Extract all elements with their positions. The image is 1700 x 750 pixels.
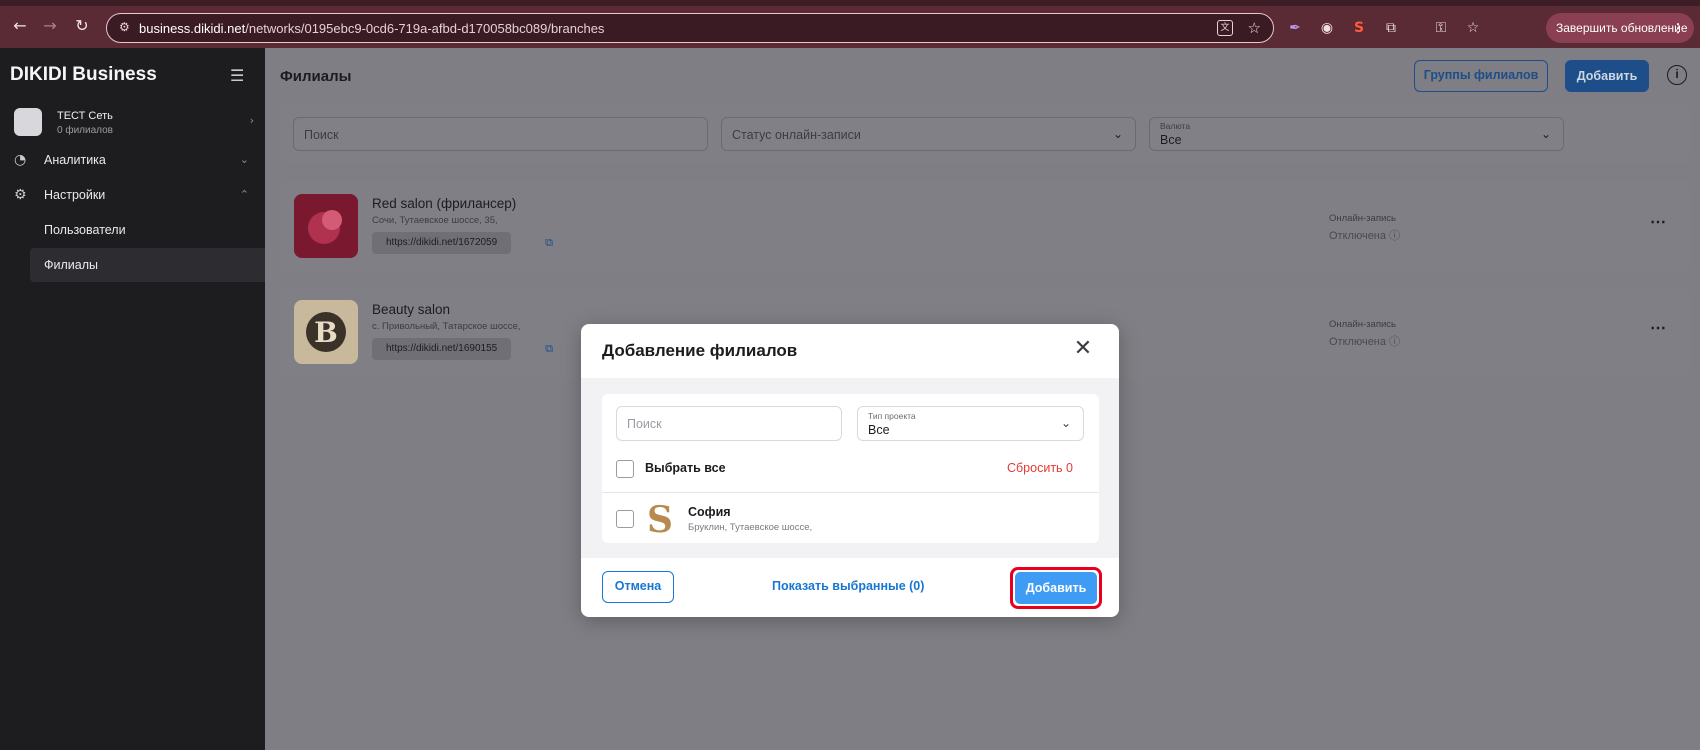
currency-label: Валюта xyxy=(1160,121,1191,131)
project-type-select[interactable]: Тип проекта Все ⌄ xyxy=(857,406,1084,441)
dialog-header: Добавление филиалов ✕ xyxy=(581,324,1119,378)
branch-link[interactable]: https://dikidi.net/1672059 xyxy=(372,232,512,254)
copy-icon[interactable]: ⧉ xyxy=(540,340,558,358)
branch-name[interactable]: Beauty salon xyxy=(372,302,450,317)
chevron-down-icon: ⌄ xyxy=(1540,127,1551,141)
currency-value: Все xyxy=(1160,133,1182,147)
back-icon[interactable]: ← xyxy=(10,16,30,36)
chevron-up-icon: ⌃ xyxy=(239,188,249,201)
sidebar: DIKIDI Business ☰ ТЕСТ Сеть 0 филиалов ›… xyxy=(0,48,265,750)
puzzle-icon[interactable]: ⧉ xyxy=(1382,19,1400,37)
page-title: Филиалы xyxy=(280,68,352,85)
cancel-button[interactable]: Отмена xyxy=(602,571,674,603)
sidebar-item-analytics[interactable]: ◔ Аналитика ⌄ xyxy=(0,143,265,177)
more-options-icon[interactable]: ⋯ xyxy=(1650,318,1667,338)
branch-checkbox[interactable] xyxy=(616,510,634,528)
copy-icon[interactable]: ⧉ xyxy=(540,234,558,252)
search-placeholder: Поиск xyxy=(304,128,339,142)
status-placeholder: Статус онлайн-записи xyxy=(732,128,861,142)
more-options-icon[interactable]: ⋯ xyxy=(1650,212,1667,232)
bookmark-star-icon[interactable]: ☆ xyxy=(1464,19,1482,37)
sidebar-item-settings[interactable]: ⚙ Настройки ⌃ xyxy=(0,178,265,212)
branch-name[interactable]: София xyxy=(688,505,731,519)
chevron-down-icon: ⌄ xyxy=(1060,416,1071,430)
online-booking-label: Онлайн-запись xyxy=(1329,213,1396,224)
branch-logo xyxy=(294,194,358,258)
branch-card[interactable]: Red salon (фрилансер) Сочи, Тутаевское ш… xyxy=(280,180,1690,272)
close-icon[interactable]: ✕ xyxy=(1071,337,1095,361)
network-name: ТЕСТ Сеть xyxy=(57,110,113,122)
search-input[interactable]: Поиск xyxy=(293,117,708,151)
globe-icon[interactable]: ◉ xyxy=(1318,19,1336,37)
select-all-checkbox[interactable] xyxy=(616,460,634,478)
help-icon[interactable]: ⓘ xyxy=(1389,336,1400,348)
feather-icon[interactable]: ✒ xyxy=(1286,19,1304,37)
network-branch-count: 0 филиалов xyxy=(57,125,113,136)
reload-icon[interactable]: ↻ xyxy=(72,16,92,36)
branch-address: Бруклин, Тутаевское шоссе, xyxy=(688,522,813,533)
extension-s-icon[interactable]: S xyxy=(1350,19,1368,37)
brand-title: DIKIDI Business xyxy=(10,64,157,85)
branch-logo: B xyxy=(294,300,358,364)
address-bar[interactable]: ⚙ business.dikidi.net/networks/0195ebc9-… xyxy=(106,13,1274,43)
chevron-right-icon: › xyxy=(249,114,254,127)
url-text[interactable]: business.dikidi.net/networks/0195ebc9-0c… xyxy=(139,21,604,36)
network-avatar xyxy=(14,108,42,136)
show-selected-link[interactable]: Показать выбранные (0) xyxy=(772,579,924,593)
update-button[interactable]: Завершить обновление ⋮ xyxy=(1546,13,1694,43)
sidebar-item-label: Аналитика xyxy=(44,153,106,167)
tab-strip xyxy=(0,0,1700,6)
filters-panel: Поиск Статус онлайн-записи ⌄ Валюта Все … xyxy=(280,104,1690,164)
branch-link[interactable]: https://dikidi.net/1690155 xyxy=(372,338,512,360)
chevron-down-icon: ⌄ xyxy=(1112,127,1123,141)
sidebar-item-users[interactable]: Пользователи xyxy=(30,213,265,247)
gear-icon: ⚙ xyxy=(14,187,27,203)
network-selector[interactable]: ТЕСТ Сеть 0 филиалов › xyxy=(14,108,254,142)
search-placeholder: Поиск xyxy=(627,417,662,431)
project-type-value: Все xyxy=(868,423,890,437)
reset-button[interactable]: Сбросить 0 xyxy=(1007,461,1073,475)
branch-groups-button[interactable]: Группы филиалов xyxy=(1414,60,1548,92)
browser-toolbar: ← → ↻ ⚙ business.dikidi.net/networks/019… xyxy=(0,0,1700,48)
help-icon[interactable]: ⓘ xyxy=(1389,230,1400,242)
site-settings-icon[interactable]: ⚙ xyxy=(119,20,130,34)
chevron-down-icon: ⌄ xyxy=(239,153,249,166)
currency-select[interactable]: Валюта Все ⌄ xyxy=(1149,117,1564,151)
add-branch-button[interactable]: Добавить xyxy=(1565,60,1649,92)
info-icon[interactable]: i xyxy=(1667,65,1687,85)
forward-icon[interactable]: → xyxy=(40,16,60,36)
sidebar-item-label: Филиалы xyxy=(44,258,98,272)
pie-chart-icon: ◔ xyxy=(14,152,27,168)
project-type-label: Тип проекта xyxy=(868,411,916,421)
branch-address: Сочи, Тутаевское шоссе, 35, xyxy=(372,215,498,226)
sidebar-item-label: Пользователи xyxy=(44,223,126,237)
branch-address: с. Привольный, Татарское шоссе, xyxy=(372,321,521,332)
add-branches-dialog: Добавление филиалов ✕ Поиск Тип проекта … xyxy=(581,324,1119,617)
dialog-title: Добавление филиалов xyxy=(602,341,798,360)
collapse-sidebar-icon[interactable]: ☰ xyxy=(230,66,244,85)
star-icon[interactable]: ☆ xyxy=(1248,19,1261,37)
translate-icon[interactable]: 文 xyxy=(1217,20,1233,36)
online-booking-status: Отключена ⓘ xyxy=(1329,336,1401,348)
branch-logo: S xyxy=(647,499,673,541)
menu-dots-icon[interactable]: ⋮ xyxy=(1672,13,1684,43)
svg-text:B: B xyxy=(314,316,338,349)
branch-picker: Поиск Тип проекта Все ⌄ Выбрать все Сбро… xyxy=(602,394,1099,543)
online-booking-status: Отключена ⓘ xyxy=(1329,230,1401,242)
dialog-body: Поиск Тип проекта Все ⌄ Выбрать все Сбро… xyxy=(581,378,1119,558)
add-button[interactable]: Добавить xyxy=(1015,572,1097,604)
divider xyxy=(602,492,1099,493)
dialog-search-input[interactable]: Поиск xyxy=(616,406,842,441)
online-booking-label: Онлайн-запись xyxy=(1329,319,1396,330)
online-status-select[interactable]: Статус онлайн-записи ⌄ xyxy=(721,117,1136,151)
branch-name[interactable]: Red salon (фрилансер) xyxy=(372,196,516,211)
key-icon[interactable]: ⚿ xyxy=(1432,19,1450,37)
select-all-label[interactable]: Выбрать все xyxy=(645,461,726,475)
sidebar-item-branches[interactable]: Филиалы xyxy=(30,248,265,282)
sidebar-item-label: Настройки xyxy=(44,188,106,202)
